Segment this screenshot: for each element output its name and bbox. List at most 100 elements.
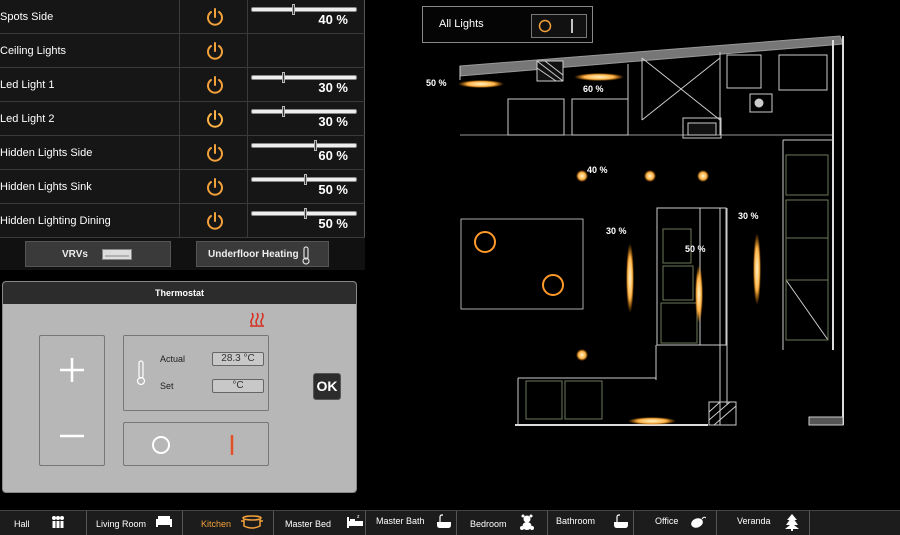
- panel-bottom-bar: VRVs Underfloor Heating: [0, 238, 365, 270]
- nav-label: Office: [655, 516, 679, 526]
- nav-bathroom[interactable]: Bathroom: [548, 511, 634, 535]
- temperature-info: Actual 28.3 °C Set °C: [123, 335, 269, 411]
- led-strip-top[interactable]: [574, 73, 624, 81]
- walls: [459, 35, 844, 426]
- nav-label: Kitchen: [201, 519, 232, 529]
- actual-temperature: 28.3 °C: [212, 352, 264, 366]
- light-row-led-light-2: Led Light 2 30 %: [0, 102, 365, 136]
- slider-thumb[interactable]: [292, 4, 295, 15]
- light-name: Led Light 1: [0, 68, 180, 102]
- underfloor-heating-label: Underfloor Heating: [208, 249, 299, 260]
- dimmer-value: 50 %: [318, 182, 348, 197]
- teddy-bear-icon: [520, 514, 534, 530]
- light-row-hidden-lights-sink: Hidden Lights Sink 50 %: [0, 170, 365, 204]
- heating-icon[interactable]: [249, 311, 265, 327]
- thermostat-panel: Thermostat Actual 28.3 °C Set °C OK: [2, 281, 357, 493]
- increase-button[interactable]: [40, 350, 104, 390]
- svg-text:z: z: [357, 514, 360, 520]
- power-icon[interactable]: [205, 109, 225, 129]
- light-row-spots-side: Spots Side 40 %: [0, 0, 365, 34]
- nav-label: Hall: [14, 519, 30, 529]
- mouse-icon: [691, 516, 706, 528]
- nav-label: Bedroom: [470, 519, 507, 529]
- vrvs-button[interactable]: VRVs: [25, 241, 171, 267]
- strip-left-percent: 50 %: [426, 78, 447, 88]
- led-bar[interactable]: [753, 233, 761, 305]
- led-strip-bottom[interactable]: [628, 417, 676, 425]
- nav-label: Bathroom: [556, 516, 596, 526]
- set-label: Set: [160, 381, 174, 391]
- all-lights-control: All Lights: [422, 6, 593, 43]
- led-strip-sink[interactable]: [695, 265, 703, 323]
- nav-label: Master Bath: [376, 516, 425, 526]
- power-icon[interactable]: [205, 41, 225, 61]
- bed-icon: z: [347, 514, 363, 528]
- air-conditioner-icon: [102, 249, 132, 260]
- tree-icon: [785, 514, 799, 531]
- light-row-ceiling-lights: Ceiling Lights: [0, 34, 365, 68]
- light-name: Ceiling Lights: [0, 34, 180, 68]
- off-icon[interactable]: [150, 434, 172, 456]
- dimmer-value: 40 %: [318, 12, 348, 27]
- power-icon[interactable]: [205, 211, 225, 231]
- nav-label: Master Bed: [285, 519, 332, 529]
- set-temperature[interactable]: °C: [212, 379, 264, 393]
- nav-living-room[interactable]: Living Room: [87, 511, 183, 535]
- on-icon[interactable]: [228, 433, 236, 457]
- bathtub-icon: [437, 514, 451, 528]
- dimmer-value: 30 %: [318, 114, 348, 129]
- dimmer-value: 50 %: [318, 216, 348, 231]
- nav-office[interactable]: Office: [634, 511, 717, 535]
- led-strip-left[interactable]: [458, 80, 504, 88]
- power-cell: [181, 102, 248, 136]
- ok-button[interactable]: OK: [313, 373, 341, 400]
- sofa-icon: [156, 516, 172, 527]
- power-icon[interactable]: [205, 177, 225, 197]
- spot-light[interactable]: [576, 349, 588, 361]
- power-cell: [181, 0, 248, 34]
- decrease-button[interactable]: [40, 416, 104, 456]
- power-cell: [181, 68, 248, 102]
- ceiling-light[interactable]: [542, 274, 564, 296]
- nav-bedroom[interactable]: Bedroom: [457, 511, 548, 535]
- off-icon[interactable]: [538, 19, 552, 33]
- ceiling-light[interactable]: [474, 231, 496, 253]
- nav-master-bath[interactable]: Master Bath: [366, 511, 457, 535]
- floorplan-labels: 50 % 60 % 40 % 30 % 50 % 30 %: [426, 78, 759, 254]
- vrvs-label: VRVs: [62, 249, 88, 260]
- center-percent: 50 %: [685, 244, 706, 254]
- slider-thumb[interactable]: [282, 72, 285, 83]
- underfloor-heating-button[interactable]: Underfloor Heating: [196, 241, 329, 267]
- actual-label: Actual: [160, 354, 186, 364]
- light-name: Led Light 2: [0, 102, 180, 136]
- light-row-led-light-1: Led Light 1 30 %: [0, 68, 365, 102]
- nav-master-bed[interactable]: Master Bed z: [274, 511, 366, 535]
- nav-label: Living Room: [96, 519, 147, 529]
- people-icon: [52, 516, 64, 528]
- nav-hall[interactable]: Hall: [0, 511, 87, 535]
- light-row-hidden-lighting-dining: Hidden Lighting Dining 50 %: [0, 204, 365, 238]
- spot-light[interactable]: [644, 170, 656, 182]
- thermostat-title: Thermostat: [3, 282, 356, 304]
- power-cell: [181, 136, 248, 170]
- slider-thumb[interactable]: [282, 106, 285, 117]
- light-name: Hidden Lighting Dining: [0, 204, 180, 238]
- power-icon[interactable]: [205, 143, 225, 163]
- power-cell: [181, 204, 248, 238]
- on-icon[interactable]: [570, 18, 574, 34]
- thermometer-icon: [302, 246, 310, 265]
- thermometer-icon: [136, 360, 146, 386]
- spot-light[interactable]: [697, 170, 709, 182]
- power-icon[interactable]: [205, 75, 225, 95]
- power-icon[interactable]: [205, 7, 225, 27]
- nav-kitchen[interactable]: Kitchen: [183, 511, 274, 535]
- setpoint-adjust: [39, 335, 105, 466]
- led-bar[interactable]: [626, 243, 634, 313]
- right-led-percent: 30 %: [738, 211, 759, 221]
- light-name: Hidden Lights Sink: [0, 170, 180, 204]
- thermostat-power-toggle[interactable]: [123, 422, 269, 466]
- power-cell: [181, 34, 248, 68]
- nav-veranda[interactable]: Veranda: [717, 511, 810, 535]
- all-lights-switch[interactable]: [531, 14, 587, 38]
- power-cell: [181, 170, 248, 204]
